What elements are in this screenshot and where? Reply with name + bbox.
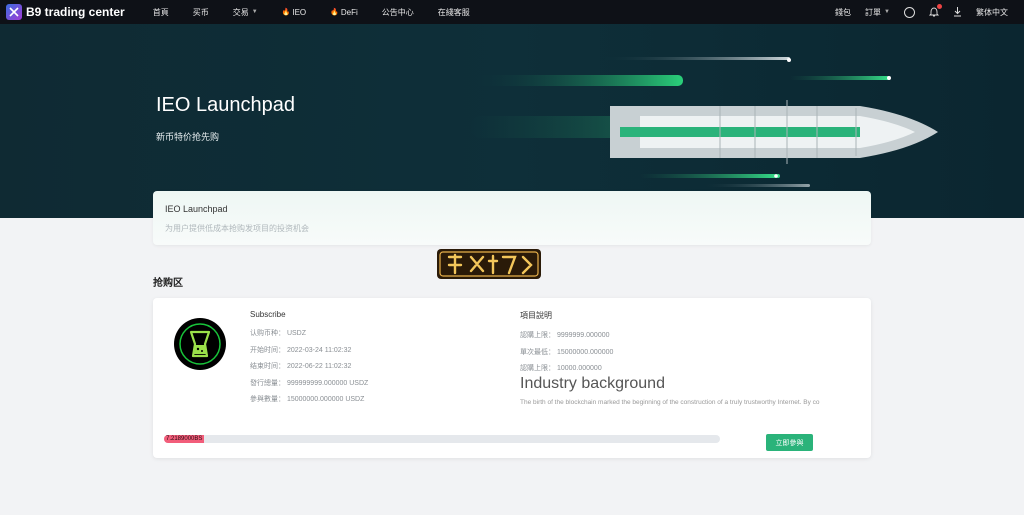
wallet-link[interactable]: 錢包 [835,7,851,18]
nav-item-defi[interactable]: 🔥 DeFi [330,7,358,18]
nav-item-ieo[interactable]: 🔥 IEO [282,7,307,18]
language-selector[interactable]: 繁体中文 [976,7,1008,18]
nav-label: 买币 [192,7,209,17]
subscription-card: Subscribe 认购币种： USDZ 开始时间： 2022-03-24 11… [153,298,871,458]
info-card-description: 为用户提供低成本抢购发项目的投资机会 [165,224,309,233]
hero-subtitle: 新币特价抢先购 [156,132,220,142]
orders-label: 訂單 [865,7,882,17]
nav-item-buy[interactable]: 买币 [193,7,209,18]
main-nav: 首頁 买币 交易 ▼ 🔥 IEO 🔥 DeFi 公告中心 在綫客服 [141,7,482,18]
rocket-illustration [470,57,938,187]
navbar-right: 錢包 訂單 ▼ 繁体中文 [821,3,1008,18]
info-card-title: IEO Launchpad [165,204,228,214]
detail-row: 發行總量： 999999999.000000 USDZ [250,379,369,387]
project-heading: 項目說明 [520,311,552,320]
download-icon[interactable] [953,7,962,17]
progress-bar: 7.2189000BS [164,435,720,443]
subscribe-details: Subscribe 认购币种： USDZ 开始时间： 2022-03-24 11… [250,310,368,411]
nav-label: 公告中心 [381,7,414,17]
brand-logo[interactable]: B9 trading center [6,4,125,20]
chevron-down-icon: ▼ [251,9,258,15]
progress-fill: 7.2189000BS [164,435,205,443]
detail-row: 结束时间： 2022-06-22 11:02:32 [250,363,352,370]
industry-title: Industry background [520,375,665,392]
brand-logo-icon [6,4,22,20]
nav-label: 首頁 [152,7,169,17]
nav-item-announcements[interactable]: 公告中心 [382,7,414,18]
nav-label: 交易 [232,7,249,17]
nav-label: IEO [292,7,307,17]
nav-item-support[interactable]: 在綫客服 [438,7,470,18]
hero-banner: IEO Launchpad 新币特价抢先购 [0,24,1024,218]
nav-label: 在綫客服 [437,7,470,17]
nav-label: DeFi [340,7,358,17]
detail-row: 參與數量： 15000000.000000 USDZ [250,396,365,403]
brand-name: B9 trading center [26,5,125,19]
fire-icon: 🔥 [330,9,339,16]
participate-button[interactable]: 立即參與 [766,434,813,451]
hero-title: IEO Launchpad [156,94,295,116]
orders-menu[interactable]: 訂單 ▼ [865,7,890,18]
ieo-info-card: IEO Launchpad 为用户提供低成本抢购发项目的投资机会 [153,191,871,245]
subscribe-heading: Subscribe [250,310,286,319]
user-icon[interactable] [904,6,915,18]
bell-icon[interactable] [929,3,942,18]
detail-row: 單次最低： 15000000.000000 [520,348,614,356]
chevron-down-icon: ▼ [884,9,890,15]
notification-dot [937,3,942,9]
token-logo [174,318,226,370]
detail-row: 认购币种： USDZ [250,330,306,337]
top-navbar: B9 trading center 首頁 买币 交易 ▼ 🔥 IEO 🔥 DeFi 公… [0,0,1024,24]
section-title: 抢购区 [153,278,183,289]
detail-row: 开始时间： 2022-03-24 11:02:32 [250,346,352,354]
project-details: 項目說明 認購上限： 9999999.000000 單次最低： 15000000… [520,310,613,380]
nav-item-trade[interactable]: 交易 ▼ [233,7,258,18]
fire-icon: 🔥 [281,9,291,16]
nav-item-home[interactable]: 首頁 [153,7,169,18]
detail-row: 認購上限： 9999999.000000 [520,332,610,339]
watermark-logo [437,245,541,283]
industry-text: The birth of the blockchain marked the b… [520,399,820,406]
